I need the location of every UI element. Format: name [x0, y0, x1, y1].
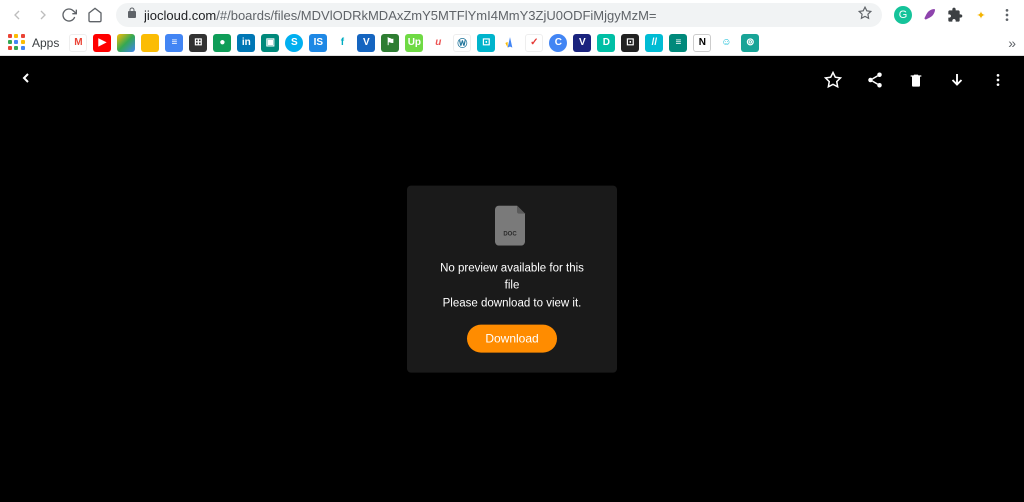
bookmark-drive-icon[interactable]: [117, 34, 135, 52]
bookmark-sq-icon[interactable]: ⊡: [621, 34, 639, 52]
bookmarks-bar: Apps M ▶ ≡ ⊞ ● in ▣ S IS f V ⚑ Up u Ⓦ ⊡ …: [0, 30, 1024, 56]
favorite-star-icon[interactable]: [824, 71, 842, 89]
bookmark-d-icon[interactable]: D: [597, 34, 615, 52]
url-text: jiocloud.com/#/boards/files/MDVlODRkMDAx…: [144, 8, 852, 23]
bookmark-docs-icon[interactable]: ≡: [165, 34, 183, 52]
document-icon: DOC: [437, 206, 587, 251]
preview-line2: Please download to view it.: [437, 295, 587, 312]
bookmark-mc-icon[interactable]: ⊡: [477, 34, 495, 52]
bookmark-up-icon[interactable]: Up: [405, 34, 423, 52]
menu-dots-icon[interactable]: [998, 6, 1016, 24]
bookmark-lines-icon[interactable]: ≡: [669, 34, 687, 52]
preview-line1: No preview available for this file: [437, 261, 587, 296]
bookmark-c-icon[interactable]: C: [549, 34, 567, 52]
bookmark-youtube-icon[interactable]: ▶: [93, 34, 111, 52]
bookmark-robot-icon[interactable]: ☺: [717, 34, 735, 52]
apps-label[interactable]: Apps: [32, 36, 59, 50]
address-bar[interactable]: jiocloud.com/#/boards/files/MDVlODRkMDAx…: [116, 3, 882, 27]
bookmark-meet-icon[interactable]: ▣: [261, 34, 279, 52]
back-icon[interactable]: [8, 6, 26, 24]
more-dots-icon[interactable]: [990, 72, 1006, 88]
viewer-back-icon[interactable]: [18, 70, 34, 91]
bookmark-gmail-icon[interactable]: M: [69, 34, 87, 52]
bookmark-photopea-icon[interactable]: ⊚: [741, 34, 759, 52]
bookmark-f-icon[interactable]: f: [333, 34, 351, 52]
extension-feather-icon[interactable]: [920, 6, 938, 24]
reload-icon[interactable]: [60, 6, 78, 24]
bookmark-notion-icon[interactable]: N: [693, 34, 711, 52]
download-button[interactable]: Download: [467, 324, 556, 352]
bookmark-book-icon[interactable]: ⊞: [189, 34, 207, 52]
bookmark-star-icon[interactable]: [858, 6, 872, 25]
svg-text:DOC: DOC: [503, 232, 517, 238]
bookmark-check-icon[interactable]: ✓: [525, 34, 543, 52]
bookmark-wordpress-icon[interactable]: Ⓦ: [453, 34, 471, 52]
extension-grammarly-icon[interactable]: G: [894, 6, 912, 24]
bookmark-flag-icon[interactable]: ⚑: [381, 34, 399, 52]
bookmark-stripe-icon[interactable]: //: [645, 34, 663, 52]
bookmark-green-icon[interactable]: ●: [213, 34, 231, 52]
download-arrow-icon[interactable]: [948, 71, 966, 89]
bookmark-is-icon[interactable]: IS: [309, 34, 327, 52]
extension-bee-icon[interactable]: ✦: [972, 6, 990, 24]
bookmark-skype-icon[interactable]: S: [285, 34, 303, 52]
viewer-topbar: [0, 56, 1024, 104]
browser-nav-bar: jiocloud.com/#/boards/files/MDVlODRkMDAx…: [0, 0, 1024, 30]
bookmark-v-icon[interactable]: V: [357, 34, 375, 52]
no-preview-card: DOC No preview available for this file P…: [407, 186, 617, 373]
bookmark-overflow-icon[interactable]: »: [1008, 35, 1016, 51]
lock-icon: [126, 6, 138, 24]
extension-puzzle-icon[interactable]: [946, 6, 964, 24]
file-viewer: DOC No preview available for this file P…: [0, 56, 1024, 502]
forward-icon[interactable]: [34, 6, 52, 24]
home-icon[interactable]: [86, 6, 104, 24]
apps-grid-icon[interactable]: [8, 34, 26, 52]
bookmark-linkedin-icon[interactable]: in: [237, 34, 255, 52]
delete-trash-icon[interactable]: [908, 72, 924, 88]
share-icon[interactable]: [866, 71, 884, 89]
bookmark-keep-icon[interactable]: [141, 34, 159, 52]
bookmark-v2-icon[interactable]: V: [573, 34, 591, 52]
no-preview-message: No preview available for this file Pleas…: [437, 261, 587, 313]
bookmark-ads-icon[interactable]: [501, 34, 519, 52]
bookmark-u-icon[interactable]: u: [429, 34, 447, 52]
